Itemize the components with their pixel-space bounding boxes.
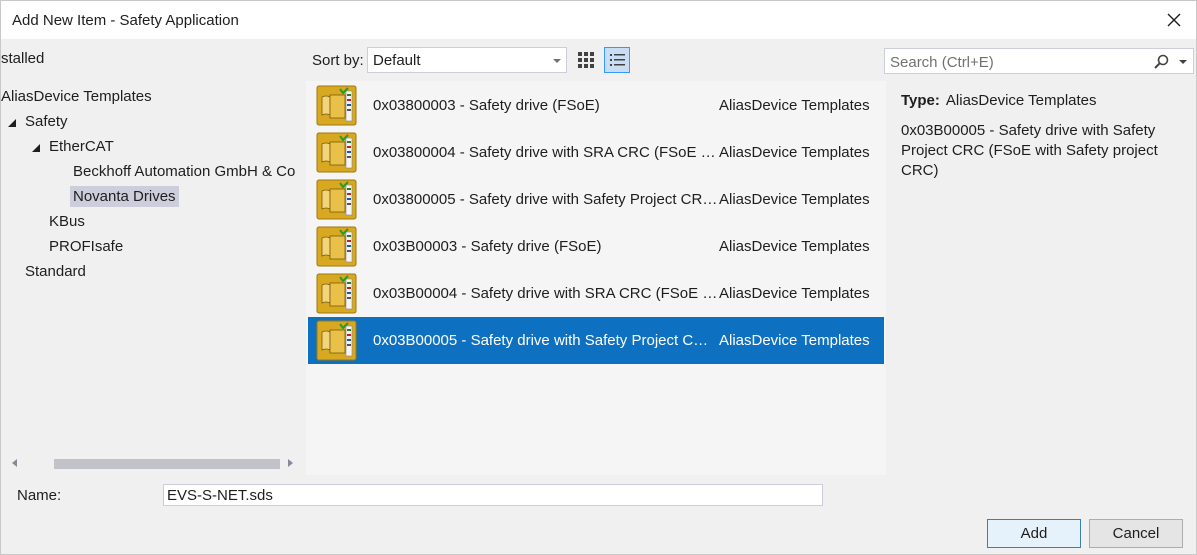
list-item-selected[interactable]: 0x03B00005 - Safety drive with Safety Pr… — [308, 317, 884, 364]
details-panel: Type: AliasDevice Templates 0x03B00005 - … — [886, 81, 1196, 475]
safety-device-icon — [316, 132, 357, 173]
list-item[interactable]: 0x03800005 - Safety drive with Safety Pr… — [308, 176, 884, 223]
dialog-title: Add New Item - Safety Application — [12, 12, 239, 29]
list-item[interactable]: 0x03800004 - Safety drive with SRA CRC (… — [308, 129, 884, 176]
tree-item-novanta-drives[interactable]: Novanta Drives — [70, 185, 179, 209]
tree-item-profisafe[interactable]: PROFIsafe — [49, 235, 123, 259]
medium-icons-view-button[interactable] — [573, 47, 599, 73]
tree-horizontal-scrollbar[interactable] — [1, 453, 303, 473]
cancel-button[interactable]: Cancel — [1089, 519, 1183, 548]
item-category: AliasDevice Templates — [719, 332, 870, 349]
item-name: 0x03800004 - Safety drive with SRA CRC (… — [373, 144, 718, 161]
tree-item-safety[interactable]: Safety — [25, 110, 68, 134]
safety-device-icon — [316, 85, 357, 126]
type-value: AliasDevice Templates — [945, 92, 1097, 109]
item-description: 0x03B00005 - Safety drive with Safety Pr… — [901, 122, 1158, 179]
sort-by-value: Default — [373, 52, 421, 69]
type-row: Type: AliasDevice Templates — [901, 92, 1097, 109]
item-category: AliasDevice Templates — [719, 191, 870, 208]
item-category: AliasDevice Templates — [719, 144, 870, 161]
grid-view-icon — [578, 52, 594, 68]
search-input[interactable]: Search (Ctrl+E) — [884, 48, 1194, 74]
safety-device-icon — [316, 320, 357, 361]
safety-device-icon — [316, 226, 357, 267]
safety-device-icon — [316, 273, 357, 314]
chevron-down-icon — [553, 59, 561, 63]
list-item[interactable]: 0x03B00003 - Safety drive (FSoE) AliasDe… — [308, 223, 884, 270]
tree-item-beckhoff[interactable]: Beckhoff Automation GmbH & Co — [73, 160, 295, 184]
close-icon[interactable] — [1164, 10, 1184, 30]
safety-device-icon — [316, 179, 357, 220]
tree-item-ethercat[interactable]: EtherCAT — [49, 135, 114, 159]
item-category: AliasDevice Templates — [719, 238, 870, 255]
tree-item-standard[interactable]: Standard — [25, 260, 86, 284]
list-item[interactable]: 0x03800003 - Safety drive (FSoE) AliasDe… — [308, 82, 884, 129]
scroll-left-icon[interactable] — [9, 457, 21, 469]
item-category: AliasDevice Templates — [719, 97, 870, 114]
template-tree: stalled AliasDevice Templates Safety Eth… — [1, 39, 306, 477]
expanded-arrow-icon[interactable] — [6, 117, 18, 129]
search-icon[interactable] — [1153, 54, 1169, 70]
item-category: AliasDevice Templates — [719, 285, 870, 302]
chevron-down-icon[interactable] — [1179, 59, 1187, 65]
tree-item-aliasdevice-templates[interactable]: AliasDevice Templates — [1, 85, 152, 109]
item-name: 0x03800005 - Safety drive with Safety Pr… — [373, 191, 718, 208]
list-view-icon — [610, 54, 625, 66]
item-name: 0x03B00005 - Safety drive with Safety Pr… — [373, 332, 718, 349]
list-item[interactable]: 0x03B00004 - Safety drive with SRA CRC (… — [308, 270, 884, 317]
sort-by-label: Sort by: — [312, 52, 364, 69]
scroll-right-icon[interactable] — [284, 457, 296, 469]
tree-item-kbus[interactable]: KBus — [49, 210, 85, 234]
name-field[interactable] — [163, 484, 823, 506]
template-list: 0x03800003 - Safety drive (FSoE) AliasDe… — [306, 81, 886, 475]
item-name: 0x03B00004 - Safety drive with SRA CRC (… — [373, 285, 718, 302]
type-label: Type: — [901, 92, 940, 109]
search-placeholder: Search (Ctrl+E) — [890, 54, 994, 71]
sort-toolbar: Sort by: Default — [306, 39, 886, 81]
expanded-arrow-icon[interactable] — [30, 142, 42, 154]
sort-by-dropdown[interactable]: Default — [367, 47, 567, 73]
title-bar: Add New Item - Safety Application — [1, 1, 1196, 39]
list-view-button[interactable] — [604, 47, 630, 73]
name-label: Name: — [17, 487, 62, 504]
scrollbar-thumb[interactable] — [54, 459, 280, 469]
add-new-item-dialog: Add New Item - Safety Application stalle… — [0, 0, 1197, 555]
tree-header-installed: stalled — [1, 50, 45, 67]
add-button[interactable]: Add — [987, 519, 1081, 548]
item-name: 0x03800003 - Safety drive (FSoE) — [373, 97, 600, 114]
item-name: 0x03B00003 - Safety drive (FSoE) — [373, 238, 602, 255]
